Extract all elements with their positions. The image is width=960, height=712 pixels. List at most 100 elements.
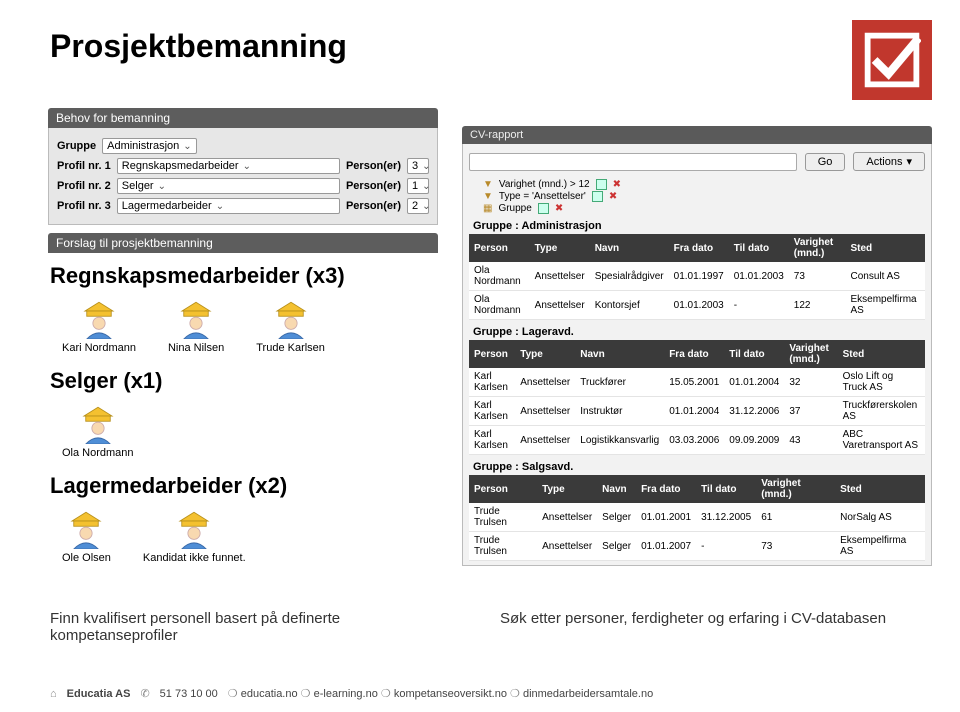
globe-icon: ❍ bbox=[228, 688, 238, 700]
cv-table: PersonTypeNavnFra datoTil datoVarighet (… bbox=[469, 234, 925, 320]
candidate-avatar[interactable]: Nina Nilsen bbox=[168, 297, 224, 354]
caption-right: Søk etter personer, ferdigheter og erfar… bbox=[500, 610, 910, 644]
footer-link[interactable]: e-learning.no bbox=[314, 688, 378, 700]
footer: ⌂ Educatia AS ✆ 51 73 10 00 ❍ educatia.n… bbox=[50, 687, 653, 700]
candidate-avatar[interactable]: Kari Nordmann bbox=[62, 297, 136, 354]
table-header[interactable]: Sted bbox=[838, 340, 925, 368]
candidate-name: Nina Nilsen bbox=[168, 342, 224, 354]
table-header[interactable]: Navn bbox=[597, 475, 636, 503]
table-row[interactable]: Ola NordmannAnsettelserSpesialrådgiver01… bbox=[469, 262, 925, 291]
group-label: Gruppe bbox=[57, 140, 96, 152]
candidate-name: Kari Nordmann bbox=[62, 342, 136, 354]
phone-icon: ✆ bbox=[140, 687, 149, 700]
cv-group-label: Gruppe : Lageravd. bbox=[473, 326, 925, 338]
candidate-name: Trude Karlsen bbox=[256, 342, 325, 354]
table-row[interactable]: Trude TrulsenAnsettelserSelger01.01.2007… bbox=[469, 532, 925, 561]
table-header[interactable]: Varighet (mnd.) bbox=[784, 340, 837, 368]
profile-select[interactable]: Regnskapsmedarbeider bbox=[117, 158, 340, 174]
filter-checkbox[interactable] bbox=[538, 203, 549, 214]
page-title: Prosjektbemanning bbox=[0, 0, 960, 65]
actions-button[interactable]: Actions▾ bbox=[853, 152, 925, 171]
brand-logo bbox=[852, 20, 932, 100]
globe-icon: ❍ bbox=[510, 688, 520, 700]
role-section-title: Lagermedarbeider (x2) bbox=[50, 473, 436, 499]
candidate-name: Ole Olsen bbox=[62, 552, 111, 564]
table-header[interactable]: Type bbox=[537, 475, 597, 503]
funnel-icon: ▦ bbox=[483, 203, 492, 214]
table-header[interactable]: Til dato bbox=[724, 340, 784, 368]
candidate-name: Ola Nordmann bbox=[62, 447, 134, 459]
globe-icon: ❍ bbox=[301, 688, 311, 700]
persons-label: Person(er) bbox=[346, 160, 401, 172]
filter-checkbox[interactable] bbox=[592, 191, 603, 202]
cv-panel-header: CV-rapport bbox=[462, 126, 932, 144]
persons-count-select[interactable]: 1 bbox=[407, 178, 429, 194]
caption-left: Finn kvalifisert personell basert på def… bbox=[50, 610, 460, 644]
table-header[interactable]: Person bbox=[469, 234, 530, 262]
table-header[interactable]: Til dato bbox=[696, 475, 756, 503]
go-button[interactable]: Go bbox=[805, 153, 846, 171]
cv-table: PersonTypeNavnFra datoTil datoVarighet (… bbox=[469, 475, 925, 561]
filter-label: Type = 'Ansettelser' bbox=[499, 191, 586, 202]
table-header[interactable]: Type bbox=[530, 234, 590, 262]
role-section-title: Selger (x1) bbox=[50, 368, 436, 394]
table-header[interactable]: Varighet (mnd.) bbox=[789, 234, 846, 262]
filter-label: Varighet (mnd.) > 12 bbox=[499, 179, 590, 190]
persons-count-select[interactable]: 3 bbox=[407, 158, 429, 174]
chevron-down-icon: ▾ bbox=[906, 155, 912, 168]
role-section-title: Regnskapsmedarbeider (x3) bbox=[50, 263, 436, 289]
table-row[interactable]: Karl KarlsenAnsettelserTruckfører15.05.2… bbox=[469, 368, 925, 397]
candidate-avatar[interactable]: Kandidat ikke funnet. bbox=[143, 507, 246, 564]
footer-phone: 51 73 10 00 bbox=[160, 688, 218, 700]
footer-link[interactable]: kompetanseoversikt.no bbox=[394, 688, 507, 700]
table-header[interactable]: Sted bbox=[835, 475, 925, 503]
table-header[interactable]: Navn bbox=[575, 340, 664, 368]
table-header[interactable]: Navn bbox=[590, 234, 669, 262]
candidate-name: Kandidat ikke funnet. bbox=[143, 552, 246, 564]
profile-label: Profil nr. 1 bbox=[57, 160, 111, 172]
footer-link[interactable]: educatia.no bbox=[241, 688, 298, 700]
filter-remove-icon[interactable]: ✖ bbox=[555, 203, 563, 214]
filter-checkbox[interactable] bbox=[596, 179, 607, 190]
table-header[interactable]: Person bbox=[469, 475, 537, 503]
group-select[interactable]: Administrasjon bbox=[102, 138, 197, 154]
table-header[interactable]: Person bbox=[469, 340, 515, 368]
cv-table: PersonTypeNavnFra datoTil datoVarighet (… bbox=[469, 340, 925, 455]
cv-search-input[interactable] bbox=[469, 153, 797, 171]
footer-link[interactable]: dinmedarbeidersamtale.no bbox=[523, 688, 653, 700]
filter-remove-icon[interactable]: ✖ bbox=[609, 191, 617, 202]
footer-company: Educatia AS bbox=[67, 688, 131, 700]
table-header[interactable]: Type bbox=[515, 340, 575, 368]
table-row[interactable]: Karl KarlsenAnsettelserInstruktør01.01.2… bbox=[469, 397, 925, 426]
suggest-panel-header: Forslag til prosjektbemanning bbox=[48, 233, 438, 253]
profile-label: Profil nr. 3 bbox=[57, 200, 111, 212]
need-panel-body: Gruppe Administrasjon Profil nr. 1 Regns… bbox=[48, 128, 438, 225]
table-row[interactable]: Karl KarlsenAnsettelserLogistikkansvarli… bbox=[469, 426, 925, 455]
table-row[interactable]: Trude TrulsenAnsettelserSelger01.01.2001… bbox=[469, 503, 925, 532]
candidate-avatar[interactable]: Trude Karlsen bbox=[256, 297, 325, 354]
filter-remove-icon[interactable]: ✖ bbox=[613, 179, 621, 190]
persons-count-select[interactable]: 2 bbox=[407, 198, 429, 214]
profile-select[interactable]: Selger bbox=[117, 178, 340, 194]
filter-label: Gruppe bbox=[498, 203, 531, 214]
need-panel-header: Behov for bemanning bbox=[48, 108, 438, 128]
candidate-avatar[interactable]: Ola Nordmann bbox=[62, 402, 134, 459]
table-header[interactable]: Til dato bbox=[729, 234, 789, 262]
cv-panel-body: Go Actions▾ ▼ Varighet (mnd.) > 12 ✖▼ Ty… bbox=[462, 144, 932, 566]
table-header[interactable]: Varighet (mnd.) bbox=[756, 475, 835, 503]
table-header[interactable]: Fra dato bbox=[669, 234, 729, 262]
table-header[interactable]: Sted bbox=[845, 234, 925, 262]
suggest-panel-body: Regnskapsmedarbeider (x3) Kari Nordmann Ni… bbox=[48, 253, 438, 582]
home-icon: ⌂ bbox=[50, 688, 57, 700]
funnel-icon: ▼ bbox=[483, 191, 493, 202]
persons-label: Person(er) bbox=[346, 180, 401, 192]
candidate-avatar[interactable]: Ole Olsen bbox=[62, 507, 111, 564]
persons-label: Person(er) bbox=[346, 200, 401, 212]
profile-label: Profil nr. 2 bbox=[57, 180, 111, 192]
table-header[interactable]: Fra dato bbox=[664, 340, 724, 368]
cv-group-label: Gruppe : Administrasjon bbox=[473, 220, 925, 232]
profile-select[interactable]: Lagermedarbeider bbox=[117, 198, 340, 214]
table-header[interactable]: Fra dato bbox=[636, 475, 696, 503]
table-row[interactable]: Ola NordmannAnsettelserKontorsjef01.01.2… bbox=[469, 291, 925, 320]
globe-icon: ❍ bbox=[381, 688, 391, 700]
